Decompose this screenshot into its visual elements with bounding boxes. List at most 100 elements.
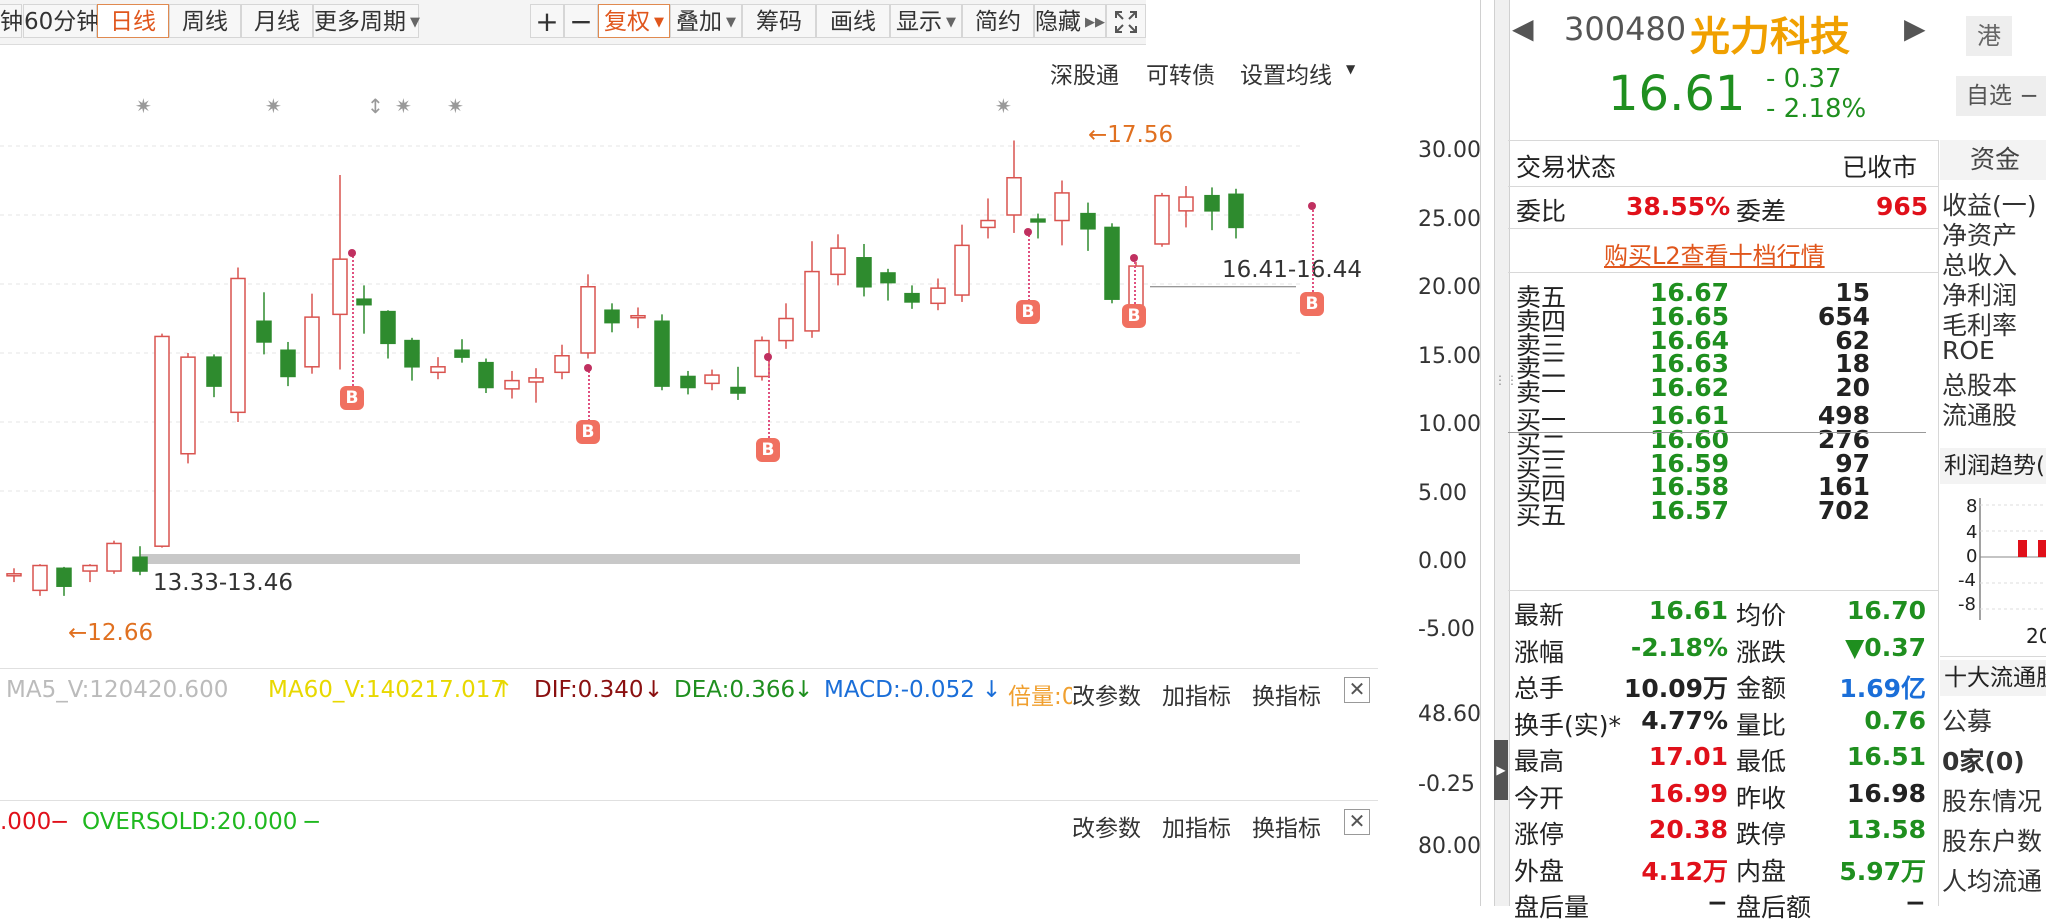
draw-line-button[interactable]: 画线 [816,4,890,38]
divider [1508,272,1938,273]
chips-button[interactable]: 筹码 [742,4,816,38]
candle-body [6,573,22,577]
add-indicator-button[interactable]: 加指标 [1162,677,1231,711]
zoom-in-button[interactable]: + [530,4,564,38]
buy-signal-marker[interactable]: B [1016,300,1040,324]
trend-axis-label: -8 [1958,594,1976,615]
trend-axis-label: 0 [1966,546,1978,567]
add-indicator-button[interactable]: 加指标 [1162,809,1231,843]
edit-params-button[interactable]: 改参数 [1072,677,1141,711]
candle-body [654,320,670,387]
weicha-value: 965 [1876,192,1929,221]
simple-mode-button[interactable]: 简约 [962,4,1034,38]
stat-label: 盘后量 [1514,893,1590,922]
collapse-panel-button[interactable]: ▶ [1494,740,1508,800]
fund-tab[interactable]: 资金 [1940,140,2046,180]
volume-indicator-bar: MA5_V:120420.600 MA60_V:140217.017 ↑ DIF… [0,668,1378,711]
stat-label: 盘后额 [1736,893,1812,922]
holder-item[interactable]: 股东情况 [1942,782,2042,818]
zoom-out-button[interactable]: − [564,4,598,38]
oscillator-indicator-bar: .000 − OVERSOLD:20.000 − 改参数 加指标 换指标 ✕ [0,800,1378,843]
candle-body [82,564,98,572]
buy-signal-marker[interactable]: B [1300,292,1324,316]
holder-item[interactable]: 股东户数 [1942,822,2042,858]
stat-value: 17.01 [1648,742,1728,771]
prev-stock-arrow-icon[interactable]: ◀ [1512,12,1534,45]
financial-item-label[interactable]: 流通股 [1942,396,2017,432]
stat-value: 16.51 [1846,742,1926,771]
stat-label: 内盘 [1736,856,1787,886]
range-label-right: 16.41-16.44 [1222,257,1362,283]
candle-body [206,356,222,387]
financial-item-label[interactable]: ROE [1942,336,1995,365]
edit-params-button[interactable]: 改参数 [1072,809,1141,843]
candle-body [106,542,122,572]
buy-l2-link[interactable]: 购买L2查看十档行情 [1604,236,1825,271]
order-price: 16.62 [1650,373,1730,403]
candle-body [980,219,996,229]
switch-indicator-button[interactable]: 换指标 [1252,809,1321,843]
stat-label: 总手 [1514,674,1565,703]
close-icon[interactable]: ✕ [1344,809,1370,835]
fullscreen-icon [1115,11,1137,33]
price-axis-label: 25.00 [1418,207,1481,232]
buy-signal-marker[interactable]: B [1122,304,1146,328]
oversold-label: OVERSOLD:20.000 [82,809,298,835]
display-dropdown[interactable]: 显示 ▼ [890,4,962,38]
volume-axis-label: -0.25 [1418,772,1475,797]
holder-item[interactable]: 公募 [1942,702,1992,738]
star-icon[interactable]: ✷ [135,94,152,118]
drag-handle-icon[interactable]: ⋮⋮ [1494,370,1518,390]
period-daily-tab[interactable]: 日线 [97,4,169,38]
marker-line [352,253,354,398]
add-favorite-button[interactable]: 自选 − [1956,76,2046,116]
candle-body [1154,194,1170,245]
period-weekly-tab[interactable]: 周线 [169,4,241,38]
top-holders-title[interactable]: 十大流通股 [1940,660,2046,696]
adjust-dropdown[interactable]: 复权 ▼ [598,4,670,38]
star-icon[interactable]: ✷ [265,94,282,118]
updown-arrow-icon[interactable]: ↕ [367,94,384,118]
buy-signal-marker[interactable]: B [756,438,780,462]
hide-button[interactable]: 隐藏 ▶▶ [1034,4,1106,38]
trading-status-label: 交易状态 [1516,153,1617,182]
order-level-label: 买五 [1516,501,1567,531]
overlay-dropdown[interactable]: 叠加 ▼ [670,4,742,38]
volume-axis-label: 48.60 [1418,702,1481,727]
period-monthly-tab[interactable]: 月线 [241,4,313,38]
more-periods-dropdown[interactable]: 更多周期 ▼ [313,4,420,38]
candle-body [528,377,544,383]
stat-value: 16.70 [1846,596,1926,625]
period-minute-tab[interactable]: 钟 [0,4,23,38]
star-icon[interactable]: ✷ [447,94,464,118]
buy-signal-marker[interactable]: B [576,420,600,444]
candle-body [630,314,646,319]
stat-label: 涨跌 [1736,637,1787,667]
chevron-down-icon: ▼ [726,14,736,30]
candle-body [280,349,296,378]
arrow-down-icon: ↓ [644,677,664,703]
holder-item[interactable]: 0家(0) [1942,742,2025,778]
fullscreen-button[interactable] [1106,4,1146,38]
hk-tag[interactable]: 港 [1966,16,2012,56]
switch-indicator-button[interactable]: 换指标 [1252,677,1321,711]
candle-body [1054,192,1070,222]
buy-signal-marker[interactable]: B [340,386,364,410]
stock-code: 300480 [1564,10,1687,48]
panel-divider [1480,0,1481,906]
price-axis-label: 30.00 [1418,138,1481,163]
candle-body [856,257,872,288]
divider [1508,140,1938,141]
holder-item[interactable]: 人均流通 [1942,862,2042,898]
star-icon[interactable]: ✷ [995,94,1012,118]
period-60min-tab[interactable]: 60分钟 [23,4,99,38]
star-icon[interactable]: ✷ [395,94,412,118]
stat-value: − [1707,888,1728,917]
candle-body [804,270,820,332]
close-icon[interactable]: ✕ [1344,677,1370,703]
stat-value: 10.09万 [1623,674,1728,703]
stat-label: 跌停 [1736,820,1787,849]
next-stock-arrow-icon[interactable]: ▶ [1904,12,1926,45]
range-label-left: 13.33-13.46 [153,570,293,596]
chevron-down-icon: ▼ [946,14,956,30]
